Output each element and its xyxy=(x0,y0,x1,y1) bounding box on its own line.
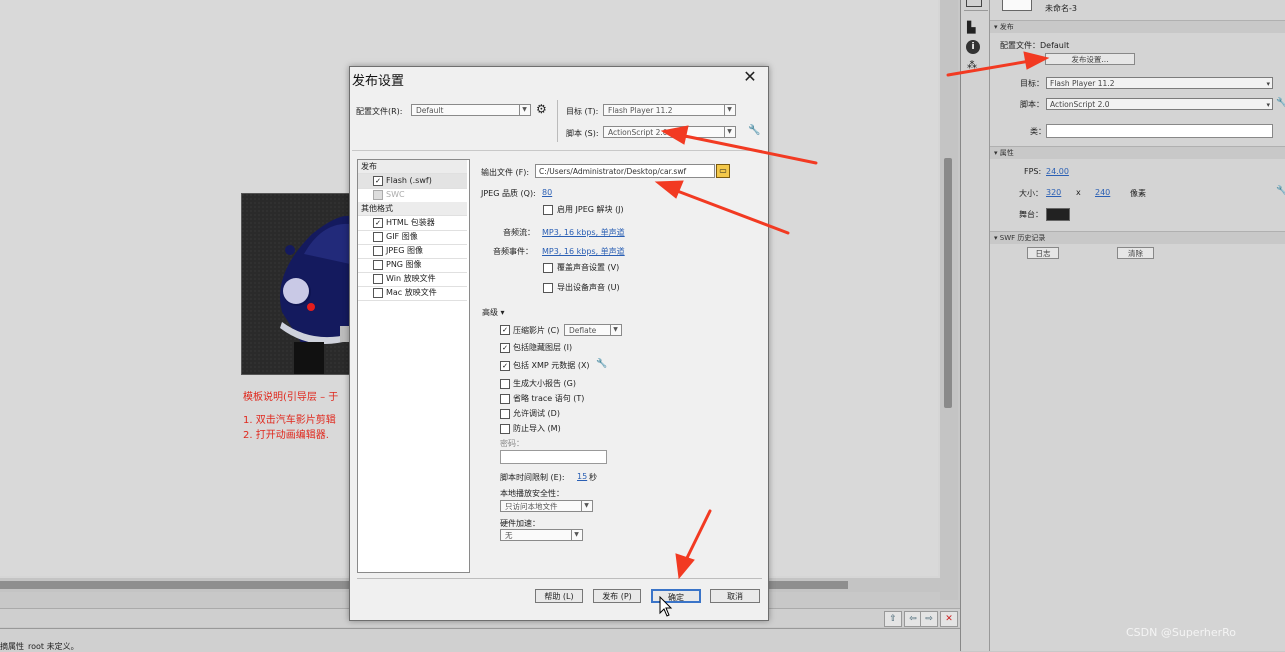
watermark: CSDN @SuperherRo xyxy=(1126,626,1237,639)
annotation-arrow-head xyxy=(1023,51,1050,70)
annotation-arrow-head xyxy=(654,180,684,199)
annotation-arrow-head xyxy=(660,125,689,145)
annotation-arrow-head xyxy=(675,553,695,580)
annotation-arrows xyxy=(654,51,1050,580)
